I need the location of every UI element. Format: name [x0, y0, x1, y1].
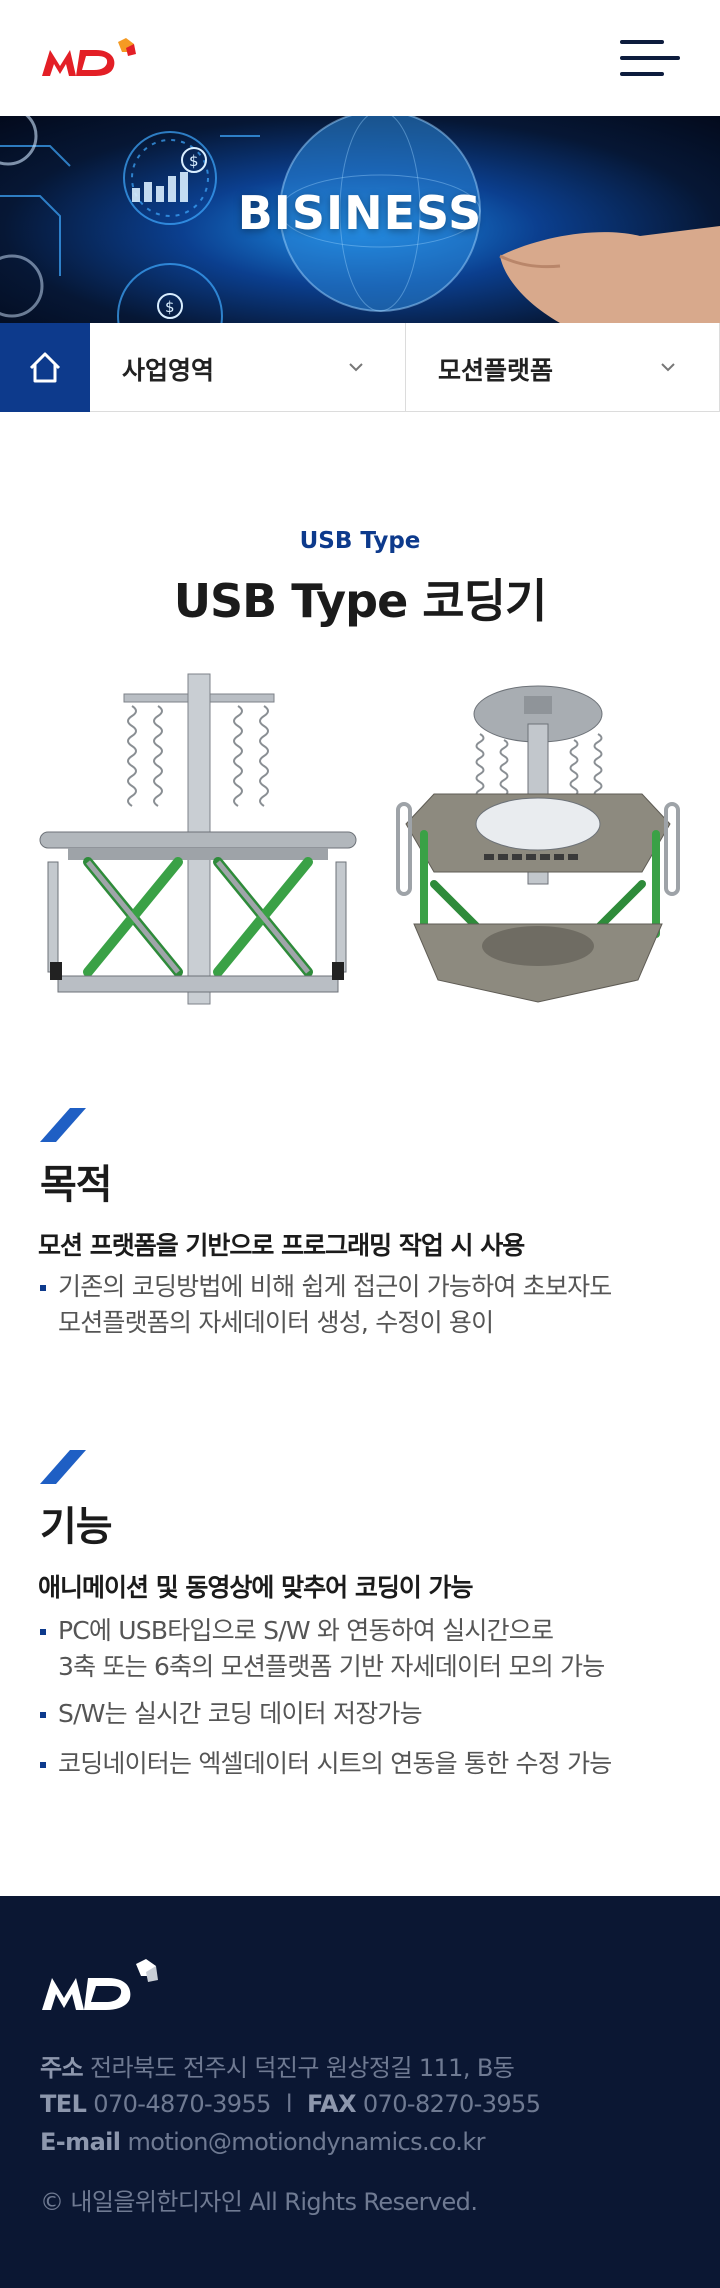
bullet-line: PC에 USB타입으로 S/W 와 연동하여 실시간으로: [58, 1616, 554, 1645]
tel-value[interactable]: 070-4870-3955: [93, 2090, 271, 2118]
home-icon: [29, 352, 61, 383]
email-label: E-mail: [40, 2128, 121, 2156]
function-bullet: 코딩네이터는 엑셀데이터 시트의 연동을 통한 수정 가능: [38, 1746, 688, 1782]
svg-text:$: $: [165, 298, 175, 316]
home-button[interactable]: [0, 323, 90, 412]
function-lead: 애니메이션 및 동영상에 맞추어 코딩이 가능: [38, 1573, 474, 1602]
bullet-marker: [40, 1629, 46, 1635]
function-bullet: S/W는 실시간 코딩 데이터 저장가능: [38, 1696, 688, 1732]
purpose-lead: 모션 프랫폼을 기반으로 프로그래밍 작업 시 사용: [38, 1231, 525, 1260]
breadcrumb-level2-label: 모션플랫폼: [438, 356, 554, 385]
hamburger-icon: [620, 40, 664, 44]
product-subtitle: USB Type: [299, 528, 421, 554]
breadcrumb-level1-label: 사업영역: [122, 356, 215, 385]
function-bullet: PC에 USB타입으로 S/W 와 연동하여 실시간으로 3축 또는 6축의 모…: [38, 1613, 688, 1685]
bullet-marker: [40, 1712, 46, 1718]
menu-button[interactable]: [620, 40, 682, 76]
address-value: 전라북도 전주시 덕진구 원상정길 111, B동: [90, 2054, 515, 2082]
footer-copyright: © 내일을위한디자인 All Rights Reserved.: [40, 2188, 478, 2216]
tel-label: TEL: [40, 2090, 87, 2118]
hero-banner: $ $ BISINESS: [0, 116, 720, 323]
breadcrumb: 사업영역 모션플랫폼: [0, 323, 720, 412]
fax-label: FAX: [306, 2090, 357, 2118]
hamburger-icon-bar: [620, 56, 680, 60]
bullet-line: S/W는 실시간 코딩 데이터 저장가능: [58, 1699, 423, 1728]
bullet-line: 코딩네이터는 엑셀데이터 시트의 연동을 통한 수정 가능: [58, 1749, 612, 1778]
product-title: USB Type 코딩기: [173, 574, 548, 628]
footer-md-logo[interactable]: [40, 1956, 160, 2016]
chevron-down-icon: [661, 363, 675, 372]
function-heading: 기능: [40, 1504, 113, 1550]
bullet-line: 3축 또는 6축의 모션플랫폼 기반 자세데이터 모의 가능: [58, 1652, 605, 1681]
chevron-down-icon: [349, 363, 363, 372]
contact-separator: l: [285, 2090, 293, 2118]
fax-value: 070-8270-3955: [362, 2090, 541, 2118]
breadcrumb-level2-dropdown[interactable]: 모션플랫폼: [406, 323, 720, 412]
purpose-heading: 목적: [40, 1162, 113, 1208]
site-header: [0, 0, 720, 116]
accent-slash-icon: [40, 1450, 86, 1484]
md-logo[interactable]: [40, 36, 140, 80]
svg-text:$: $: [189, 152, 199, 170]
hamburger-icon-bar: [620, 72, 664, 76]
footer-contact: TEL 070-4870-3955 l FAX 070-8270-3955: [40, 2090, 541, 2118]
site-footer: 주소 전라북도 전주시 덕진구 원상정길 111, B동 TEL 070-487…: [0, 1896, 720, 2288]
address-label: 주소: [40, 2054, 84, 2082]
accent-slash-icon: [40, 1108, 86, 1142]
purpose-bullet: 기존의 코딩방법에 비해 쉽게 접근이 가능하여 초보자도 모션플랫폼의 자세데…: [38, 1269, 688, 1341]
bullet-marker: [40, 1285, 46, 1291]
bullet-line: 기존의 코딩방법에 비해 쉽게 접근이 가능하여 초보자도: [58, 1272, 612, 1301]
banner-title: BISINESS: [237, 186, 483, 240]
product-iso-view-image: [396, 685, 680, 1003]
bullet-marker: [40, 1762, 46, 1768]
footer-address: 주소 전라북도 전주시 덕진구 원상정길 111, B동: [40, 2048, 515, 2083]
product-front-view-image: [39, 673, 357, 1005]
email-link[interactable]: motion@motiondynamics.co.kr: [127, 2128, 485, 2156]
footer-email: E-mail motion@motiondynamics.co.kr: [40, 2128, 486, 2156]
bullet-line: 모션플랫폼의 자세데이터 생성, 수정이 용이: [58, 1308, 494, 1337]
breadcrumb-level1-dropdown[interactable]: 사업영역: [90, 323, 406, 412]
